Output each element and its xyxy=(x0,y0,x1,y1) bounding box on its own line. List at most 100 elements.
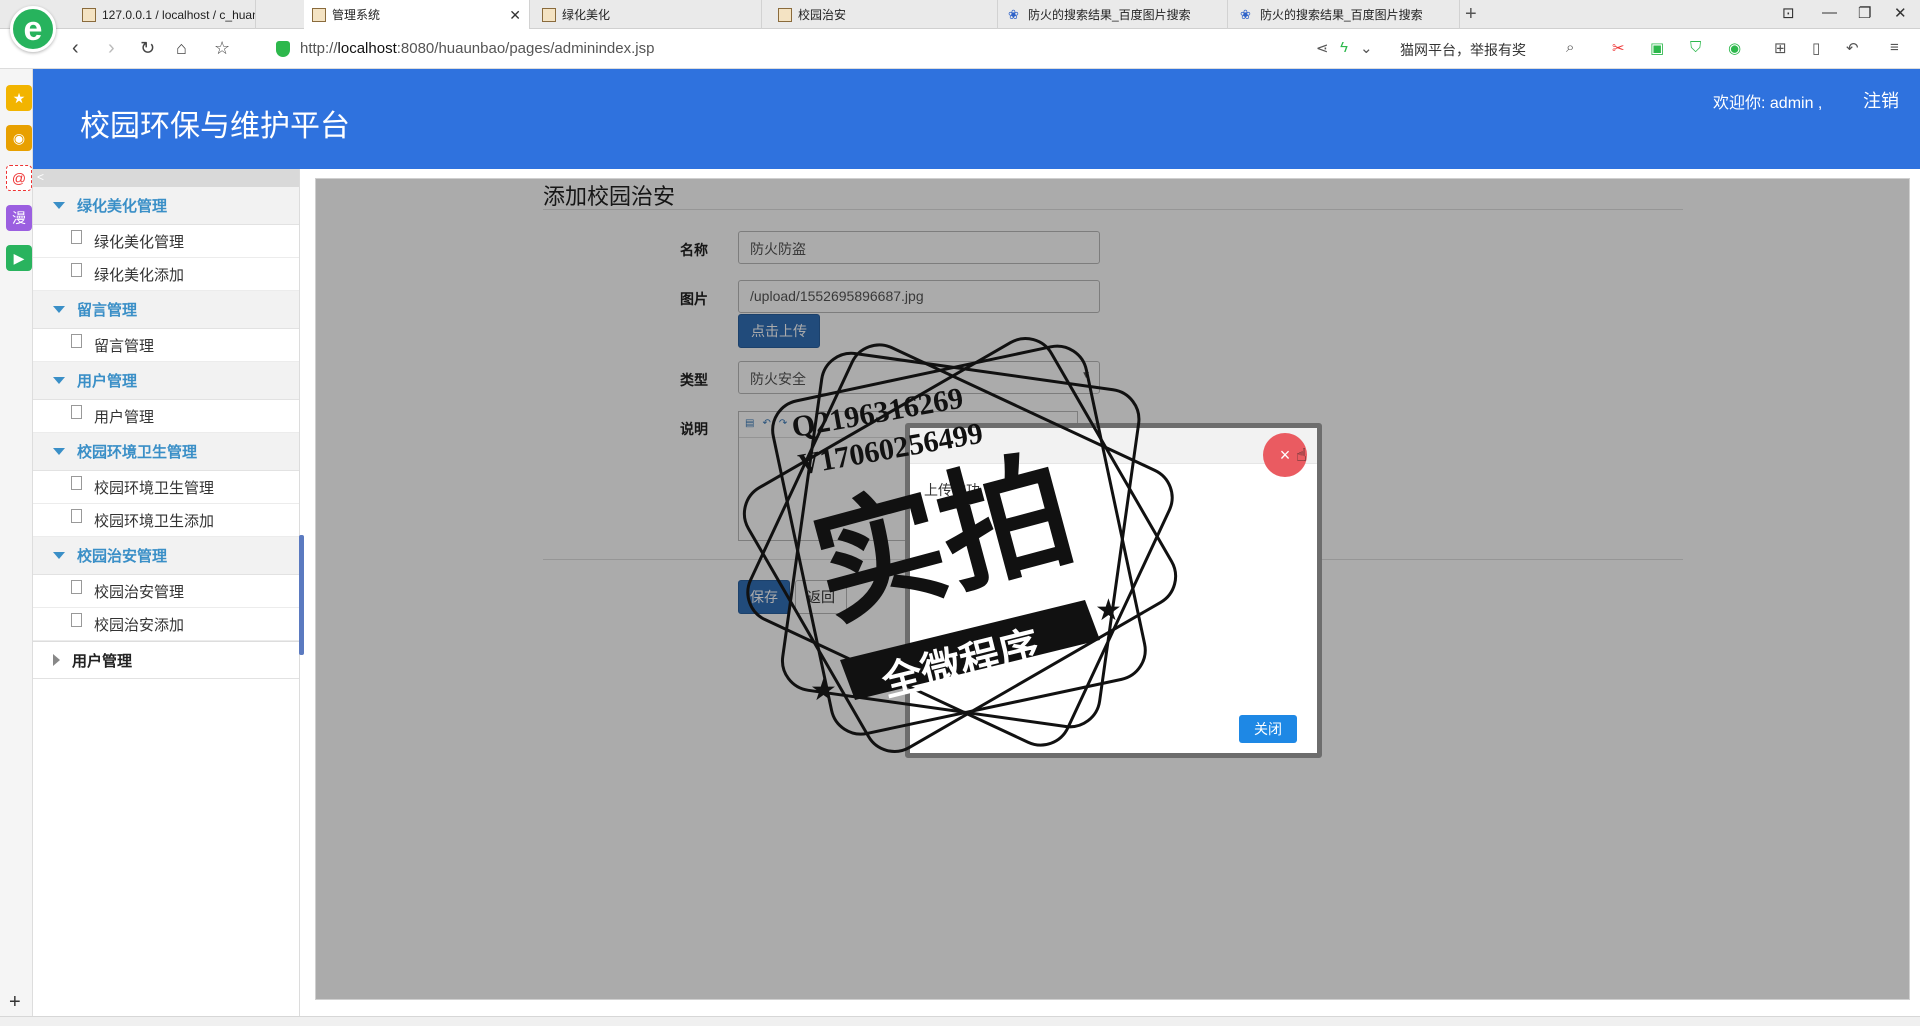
tab-greening[interactable]: 绿化美化 xyxy=(534,0,762,29)
app-title: 校园环保与维护平台 xyxy=(80,110,350,143)
address-bar: ‹ › ↻ ⌂ ☆ http://localhost:8080/huaunbao… xyxy=(0,29,1920,69)
menu-group-label: 留言管理 xyxy=(77,302,138,319)
document-icon xyxy=(71,263,82,277)
address-search-hint[interactable]: 猫网平台，举报有奖 xyxy=(1400,40,1526,60)
tab-label: 127.0.0.1 / localhost / c_huanb xyxy=(102,7,256,22)
document-icon xyxy=(71,509,82,523)
menu-item-greening-add[interactable]: 绿化美化添加 xyxy=(33,258,299,291)
caret-down-icon xyxy=(53,448,65,455)
menu-group-label: 校园治安管理 xyxy=(77,548,168,565)
menu-item-users-manage[interactable]: 用户管理 xyxy=(33,400,299,433)
home-icon[interactable]: ⌂ xyxy=(176,38,187,59)
menu-group-label: 用户管理 xyxy=(72,652,133,670)
apps-grid-icon[interactable]: ⊞ xyxy=(1774,39,1787,57)
tab-baidu-search-2[interactable]: ❀ 防火的搜索结果_百度图片搜索 xyxy=(1232,0,1460,29)
reader-icon[interactable]: ▯ xyxy=(1812,39,1820,57)
refresh-icon[interactable]: ↻ xyxy=(140,38,155,59)
menu-group-hygiene[interactable]: 校园环境卫生管理 xyxy=(33,433,299,471)
extension-icon[interactable]: ▣ xyxy=(1650,39,1664,57)
welcome-text: 欢迎你: admin , xyxy=(1713,95,1823,112)
menu-icon[interactable]: ≡ xyxy=(1890,39,1899,56)
document-icon xyxy=(71,405,82,419)
document-icon xyxy=(71,334,82,348)
menu-group-security[interactable]: 校园治安管理 xyxy=(33,537,299,575)
menu-item-hygiene-manage[interactable]: 校园环境卫生管理 xyxy=(33,471,299,504)
minimize-icon[interactable]: — xyxy=(1822,4,1837,21)
menu-group-users-collapsed[interactable]: 用户管理 xyxy=(33,641,299,679)
close-icon: × xyxy=(1279,444,1291,465)
caret-down-icon xyxy=(53,306,65,313)
app-header: 校园环保与维护平台 欢迎你: admin , 注销 xyxy=(33,69,1920,169)
browser-tab-bar: 127.0.0.1 / localhost / c_huanb 管理系统 ✕ 绿… xyxy=(0,0,1920,29)
close-window-icon[interactable]: ✕ xyxy=(1894,4,1907,22)
menu-item-label: 校园治安管理 xyxy=(94,583,185,601)
chevron-down-icon[interactable]: ⌄ xyxy=(1360,39,1373,57)
browser-logo-icon[interactable]: e xyxy=(10,6,56,52)
undo-icon[interactable]: ↶ xyxy=(1846,39,1859,57)
menu-item-hygiene-add[interactable]: 校园环境卫生添加 xyxy=(33,504,299,537)
video-icon[interactable]: ▶ xyxy=(6,245,32,271)
tab-phpmyadmin[interactable]: 127.0.0.1 / localhost / c_huanb xyxy=(74,0,256,29)
caret-down-icon xyxy=(53,552,65,559)
browser-status-bar xyxy=(0,1016,1920,1026)
document-icon xyxy=(71,580,82,594)
menu-item-greening-manage[interactable]: 绿化美化管理 xyxy=(33,225,299,258)
tab-label: 防火的搜索结果_百度图片搜索 xyxy=(1260,8,1423,22)
url-host: localhost xyxy=(337,40,397,57)
menu-collapse-toggle[interactable]: < xyxy=(33,169,299,187)
shirt-skin-icon[interactable]: ⊡ xyxy=(1782,4,1795,22)
baidu-paw-icon: ❀ xyxy=(1008,6,1019,22)
tab-admin-system[interactable]: 管理系统 ✕ xyxy=(304,0,530,29)
upload-result-dialog: × ☝ 上传成功 关闭 xyxy=(905,423,1322,758)
back-icon[interactable]: ‹ xyxy=(72,37,79,60)
tab-campus-security[interactable]: 校园治安 xyxy=(770,0,998,29)
document-icon xyxy=(71,613,82,627)
document-icon xyxy=(71,230,82,244)
search-icon[interactable]: ⌕ xyxy=(1566,39,1574,56)
page-icon xyxy=(312,7,326,22)
menu-group-users[interactable]: 用户管理 xyxy=(33,362,299,400)
add-icon[interactable]: + xyxy=(9,991,21,1014)
menu-group-messages[interactable]: 留言管理 xyxy=(33,291,299,329)
star-icon[interactable]: ★ xyxy=(6,85,32,111)
restore-icon[interactable]: ❐ xyxy=(1858,4,1871,22)
forward-icon[interactable]: › xyxy=(108,37,115,60)
dialog-message: 上传成功 xyxy=(924,482,980,498)
close-tab-icon[interactable]: ✕ xyxy=(509,7,521,24)
scissors-icon[interactable]: ✂ xyxy=(1612,39,1625,57)
caret-right-icon xyxy=(53,654,60,666)
shield-icon[interactable]: ⛉ xyxy=(1690,39,1701,56)
document-icon xyxy=(71,476,82,490)
menu-item-security-add[interactable]: 校园治安添加 xyxy=(33,608,299,641)
menu-group-greening[interactable]: 绿化美化管理 xyxy=(33,187,299,225)
url-path: :8080/huaunbao/pages/adminindex.jsp xyxy=(396,40,655,57)
share-icon[interactable]: ⋖ xyxy=(1316,39,1329,57)
baidu-paw-icon: ❀ xyxy=(1240,6,1251,22)
comic-icon[interactable]: 漫 xyxy=(6,205,32,231)
menu-group-label: 用户管理 xyxy=(77,373,138,390)
tab-label: 绿化美化 xyxy=(562,8,611,22)
page-icon xyxy=(542,7,556,22)
url-prefix: http:// xyxy=(300,40,338,57)
menu-item-security-manage[interactable]: 校园治安管理 xyxy=(33,575,299,608)
caret-down-icon xyxy=(53,377,65,384)
dialog-close-ok-button[interactable]: 关闭 xyxy=(1239,715,1297,743)
tab-label: 防火的搜索结果_百度图片搜索 xyxy=(1028,8,1191,22)
lightning-icon[interactable]: ϟ xyxy=(1340,39,1348,56)
browser-side-strip: ★ ◉ @ 漫 ▶ + xyxy=(0,69,33,1026)
hand-cursor-icon: ☝ xyxy=(1296,445,1307,465)
dialog-titlebar xyxy=(910,428,1317,464)
menu-scrollbar[interactable] xyxy=(299,535,304,655)
tab-label: 校园治安 xyxy=(798,8,847,22)
menu-item-label: 绿化美化添加 xyxy=(94,266,185,284)
weibo-icon[interactable]: ◉ xyxy=(6,125,32,151)
menu-item-messages-manage[interactable]: 留言管理 xyxy=(33,329,299,362)
mail-icon[interactable]: @ xyxy=(6,165,32,191)
tab-baidu-search-1[interactable]: ❀ 防火的搜索结果_百度图片搜索 xyxy=(1000,0,1228,29)
game-icon[interactable]: ◉ xyxy=(1728,39,1741,57)
favorite-star-icon[interactable]: ☆ xyxy=(214,38,230,59)
logout-link[interactable]: 注销 xyxy=(1863,87,1899,113)
menu-item-label: 绿化美化管理 xyxy=(94,233,185,251)
new-tab-icon[interactable]: + xyxy=(1465,3,1477,26)
url-field[interactable]: http://localhost:8080/huaunbao/pages/adm… xyxy=(300,40,654,57)
